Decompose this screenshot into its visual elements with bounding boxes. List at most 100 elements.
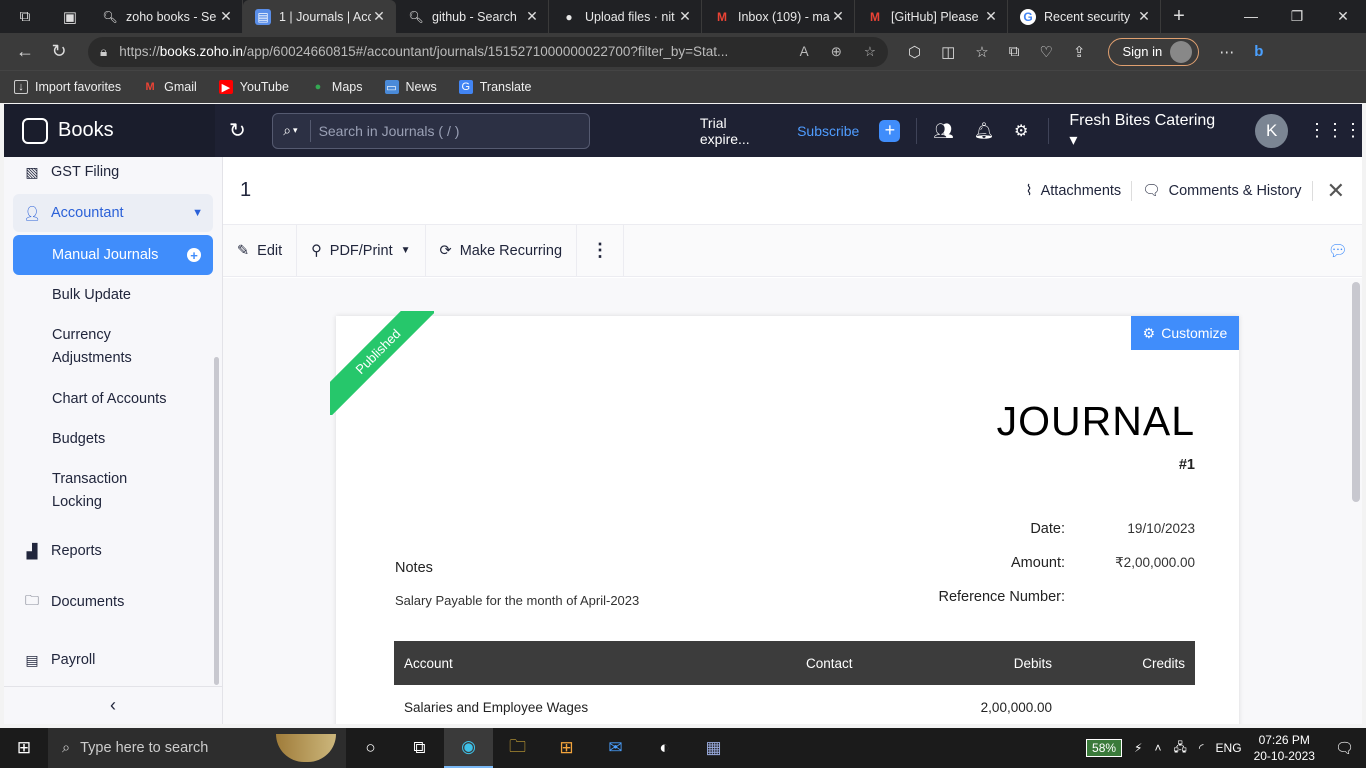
preview-scrollbar[interactable] [1352,282,1360,502]
mail-icon[interactable]: ✉ [591,728,640,768]
favorite-star-icon[interactable]: ☆ [864,44,876,60]
sidebar-item-chart-of-accounts[interactable]: Chart of Accounts [13,379,213,419]
subscribe-link[interactable]: Subscribe [797,123,859,139]
notifications-icon[interactable]: 🗨︎ [1335,739,1354,757]
brand[interactable]: Books [4,104,215,157]
bookmark-maps[interactable]: ● Maps [311,80,363,94]
sidebar-item-reports[interactable]: ▟ Reports [13,529,213,573]
close-icon[interactable]: ✕ [524,8,540,25]
search-input[interactable]: ⌕ ▾ Search in Journals ( / ) [272,112,590,149]
zoom-icon[interactable]: ⊕ [831,44,842,60]
sidebar-item-currency-adjustments[interactable]: Currency Adjustments [13,315,213,379]
browser-tab[interactable]: M Inbox (109) - ma ✕ [702,0,855,33]
close-icon[interactable]: ✕ [983,8,999,25]
share-icon[interactable]: ⇪ [1073,43,1086,61]
new-tab-button[interactable]: + [1161,5,1197,28]
bookmark-gmail[interactable]: M Gmail [143,80,197,94]
collections-icon[interactable]: ⧉ [1009,43,1020,61]
url-path: /app/60024660815#/accountant/journals/15… [243,44,729,59]
news-icon: ▭ [384,80,399,94]
organization-switcher[interactable]: Fresh Bites Catering ▾ [1069,112,1221,150]
chevron-up-icon[interactable]: ˄ [1154,741,1161,755]
browser-tab[interactable]: G Recent security ✕ [1008,0,1161,33]
users-icon[interactable]: 👥︎ [933,121,953,141]
pdf-print-button[interactable]: ⚲ PDF/Print ▼ [297,224,426,277]
close-icon[interactable]: ✕ [1136,8,1152,25]
close-window-icon[interactable]: ✕ [1320,8,1366,25]
windows-start-icon[interactable]: ⊞ [0,738,48,758]
sidebar-item-transaction-locking[interactable]: Transaction Locking [13,459,213,523]
close-icon[interactable]: ✕ [830,8,846,25]
notifications-bell-icon[interactable]: 🔔︎ [974,121,994,141]
bookmark-import-favorites[interactable]: ↓ Import favorites [14,80,121,94]
sidebar-item-gst-filing[interactable]: ▧ GST Filing [13,155,213,189]
more-icon[interactable]: ⋯ [1219,43,1234,61]
sign-in-button[interactable]: Sign in [1107,37,1200,66]
comments-history-button[interactable]: 🗨︎ Comments & History [1132,182,1311,200]
media-player-icon[interactable]: ◐ [640,728,689,768]
clock[interactable]: 07:26 PM 20-10-2023 [1254,732,1315,764]
bookmark-translate[interactable]: G Translate [458,80,531,94]
restore-icon[interactable]: ❐ [1274,8,1320,25]
sidebar-item-bulk-update[interactable]: Bulk Update [13,275,213,315]
file-explorer-icon[interactable]: 🗀︎ [493,728,542,768]
sidebar-item-budgets[interactable]: Budgets [13,419,213,459]
edit-button[interactable]: ✎ Edit [223,224,298,277]
bookmark-youtube[interactable]: ▶ YouTube [218,80,289,94]
sidebar-item-accountant[interactable]: 👤︎ Accountant ▼ [13,194,213,232]
comment-panel-icon[interactable]: 💬︎ [1328,241,1348,261]
battery-indicator[interactable]: 58% [1086,739,1123,757]
microsoft-store-icon[interactable]: ⊞ [542,728,591,768]
task-view-icon[interactable]: ⧉ [395,728,444,768]
customize-button[interactable]: ⚙ Customize [1131,316,1239,350]
cortana-icon[interactable]: ○ [346,728,395,768]
add-journal-icon[interactable]: + [187,248,201,263]
network-icon[interactable]: 🖧︎ [1174,738,1187,759]
user-avatar[interactable]: K [1255,113,1288,148]
sidebar-item-manual-journals[interactable]: Manual Journals + [13,235,213,275]
refresh-icon[interactable]: ↻ [42,37,76,67]
profile-avatar-icon [1170,40,1193,63]
wifi-icon[interactable]: ◜ [1199,741,1204,755]
browser-tab[interactable]: 🔍︎ github - Search ✕ [396,0,549,33]
language-indicator[interactable]: ENG [1216,741,1242,755]
bookmark-news[interactable]: ▭ News [384,80,437,94]
collapse-sidebar-button[interactable]: ‹ [4,686,222,724]
search-icon[interactable]: ⌕ ▾ [283,122,297,139]
sidebar-item-label: Bulk Update [52,287,131,303]
url-field[interactable]: 🔒︎ https://books.zoho.in/app/60024660815… [88,36,888,67]
browser-tab[interactable]: M [GitHub] Please ✕ [855,0,1008,33]
settings-gear-icon[interactable]: ⚙ [1014,121,1028,141]
quick-create-button[interactable]: + [879,119,901,142]
read-aloud-icon[interactable]: A [800,44,809,60]
extensions-icon[interactable]: ⬡ [908,43,921,61]
minimize-icon[interactable]: — [1228,8,1274,25]
workspaces-icon[interactable]: ⧉ [0,0,50,33]
browser-tab[interactable]: 🔍︎ zoho books - Se ✕ [90,0,243,33]
sidebar-item-documents[interactable]: 🗀︎ Documents [13,573,213,631]
close-icon[interactable]: ✕ [371,8,387,25]
bing-icon[interactable]: b [1254,43,1263,61]
close-icon[interactable]: ✕ [1317,178,1345,204]
health-icon[interactable]: ♡ [1039,43,1052,61]
taskbar-search-input[interactable]: ⌕ Type here to search [48,728,346,768]
more-actions-button[interactable]: ⋮ [577,224,625,277]
attachments-button[interactable]: ⌇ Attachments [1016,183,1132,199]
browser-tab-active[interactable]: ▤ 1 | Journals | Acc ✕ [243,0,396,33]
power-icon[interactable]: ⚡︎ [1134,741,1142,755]
split-screen-icon[interactable]: ◫ [941,43,955,61]
photos-icon[interactable]: ▦ [689,728,738,768]
recent-history-icon[interactable]: ↻ [229,118,248,143]
apps-grid-icon[interactable]: ⋮⋮⋮ [1308,120,1362,141]
browser-tab[interactable]: ● Upload files · nit ✕ [549,0,702,33]
close-icon[interactable]: ✕ [677,8,693,25]
back-icon[interactable]: ← [8,37,42,67]
close-icon[interactable]: ✕ [218,8,234,25]
favorites-icon[interactable]: ☆ [975,43,988,61]
sidebar-item-payroll[interactable]: ▤ Payroll [13,631,213,689]
sidebar-scrollbar[interactable] [214,357,219,685]
search-icon: ⌕ [62,740,71,756]
vertical-tabs-icon[interactable]: ▣ [50,0,90,33]
edge-browser-icon[interactable]: ◉ [444,728,493,768]
make-recurring-button[interactable]: ⟳ Make Recurring [426,224,578,277]
